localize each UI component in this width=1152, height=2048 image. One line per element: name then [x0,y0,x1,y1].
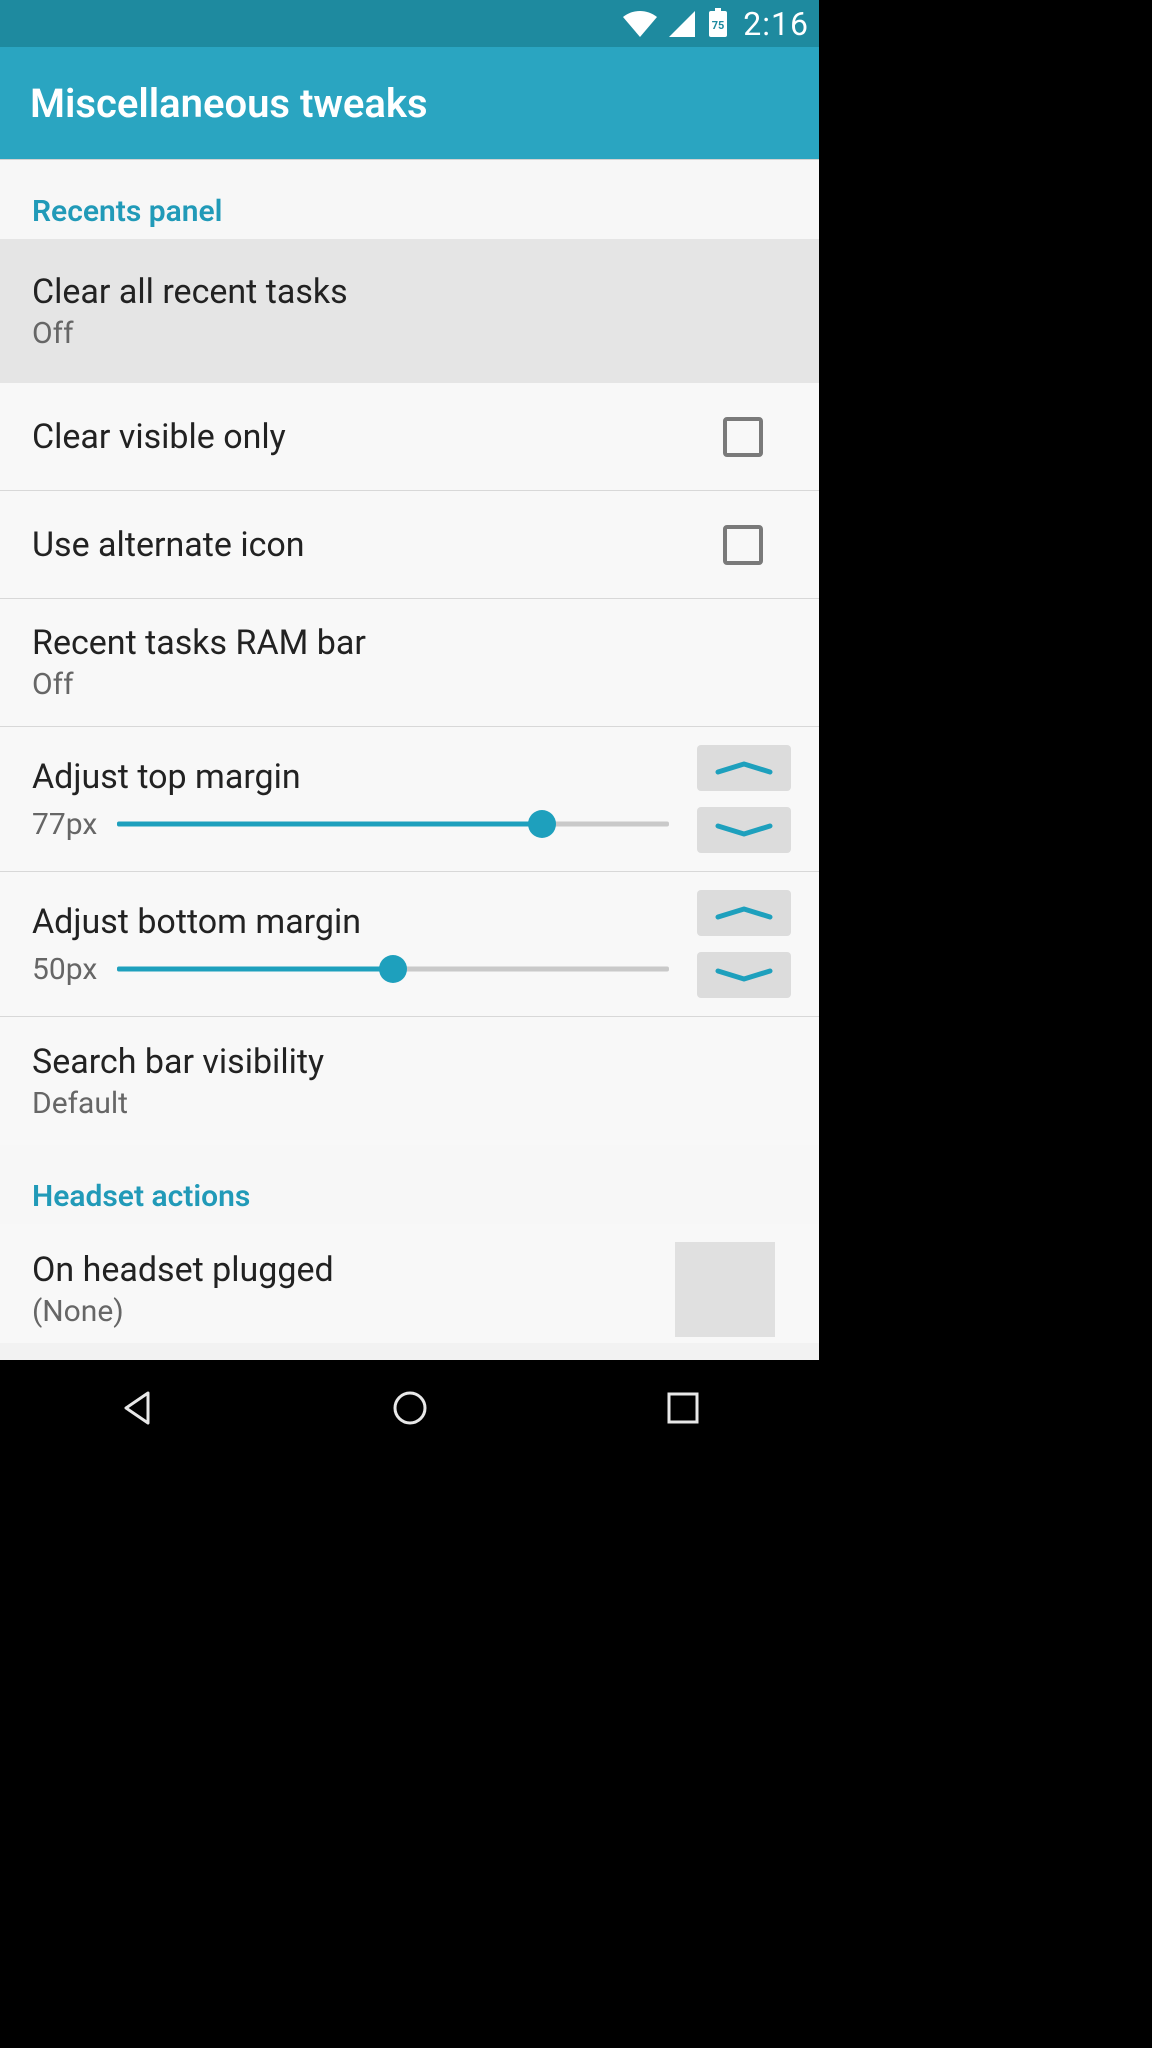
row-title: Clear visible only [32,417,723,457]
slider-top-margin[interactable] [117,812,669,836]
row-title: On headset plugged [32,1250,675,1290]
slider-value: 50px [32,952,97,987]
row-title: Adjust top margin [32,757,699,797]
nav-recents-button[interactable] [643,1378,723,1438]
row-subtitle: Off [32,316,787,351]
cell-signal-icon [669,11,695,37]
navigation-bar [0,1360,819,1456]
checkbox[interactable] [723,417,763,457]
row-subtitle: Off [32,667,787,702]
stepper-down-button[interactable] [697,952,791,998]
stepper-down-button[interactable] [697,807,791,853]
row-clear-all-recent-tasks[interactable]: Clear all recent tasks Off [0,239,819,383]
slider-value: 77px [32,807,97,842]
section-header-recents: Recents panel [0,160,819,239]
row-adjust-top-margin[interactable]: Adjust top margin 77px [0,727,819,872]
row-subtitle: Default [32,1086,787,1121]
checkbox[interactable] [723,525,763,565]
action-thumbnail[interactable] [675,1242,775,1337]
stepper-up-button[interactable] [697,890,791,936]
row-title: Recent tasks RAM bar [32,623,787,663]
nav-back-button[interactable] [97,1378,177,1438]
section-header-headset: Headset actions [0,1145,819,1224]
row-title: Adjust bottom margin [32,902,699,942]
page-title: Miscellaneous tweaks [30,80,428,127]
row-title: Search bar visibility [32,1042,787,1082]
row-use-alternate-icon[interactable]: Use alternate icon [0,491,819,599]
row-title: Clear all recent tasks [32,272,787,312]
status-time: 2:16 [743,5,809,43]
status-bar: 75 2:16 [0,0,819,47]
wifi-icon [623,11,657,37]
row-subtitle: (None) [32,1294,675,1329]
slider-bottom-margin[interactable] [117,957,669,981]
row-recent-tasks-ram-bar[interactable]: Recent tasks RAM bar Off [0,599,819,727]
row-title: Use alternate icon [32,525,723,565]
svg-text:75: 75 [712,19,725,32]
row-clear-visible-only[interactable]: Clear visible only [0,383,819,491]
row-adjust-bottom-margin[interactable]: Adjust bottom margin 50px [0,872,819,1017]
stepper-up-button[interactable] [697,745,791,791]
settings-list: Recents panel Clear all recent tasks Off… [0,160,819,1343]
nav-home-button[interactable] [370,1378,450,1438]
row-on-headset-plugged[interactable]: On headset plugged (None) [0,1224,819,1343]
app-bar: Miscellaneous tweaks [0,47,819,159]
battery-icon: 75 [707,10,731,38]
row-search-bar-visibility[interactable]: Search bar visibility Default [0,1017,819,1145]
